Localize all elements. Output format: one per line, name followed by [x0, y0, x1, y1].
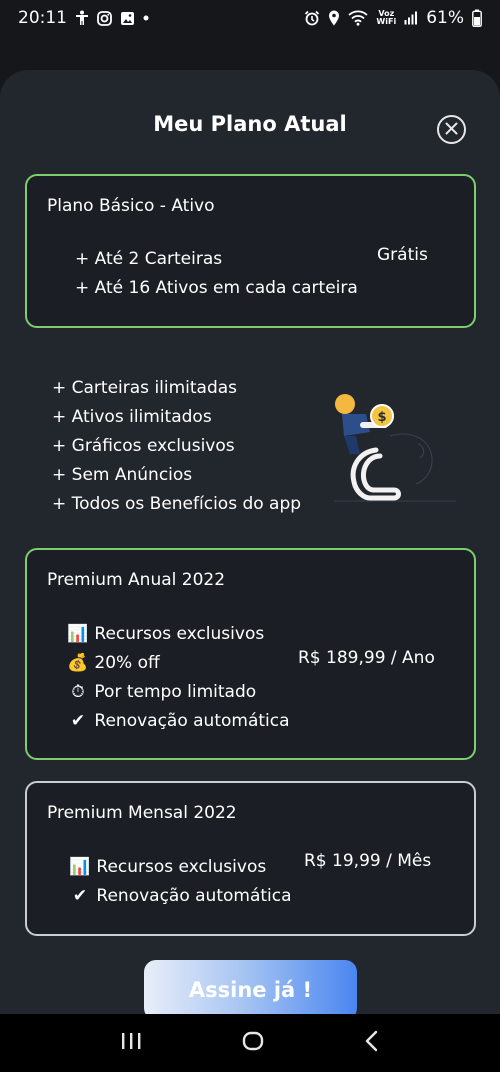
premium-benefits-list: + Carteiras ilimitadas + Ativos ilimitad… — [52, 374, 301, 519]
back-icon — [366, 1030, 378, 1052]
monthly-plan-title: Premium Mensal 2022 — [47, 803, 237, 823]
svg-text:$: $ — [377, 410, 386, 425]
plan-sheet: Meu Plano Atual Plano Básico - Ativo + A… — [0, 70, 500, 1014]
battery-icon — [472, 9, 482, 27]
feature-label: Renovação automática — [96, 886, 292, 906]
recent-apps-icon — [121, 1033, 141, 1049]
list-item: ✔ Renovação automática — [67, 707, 290, 736]
stopwatch-icon: ⏱ — [71, 682, 85, 702]
signal-icon — [404, 11, 418, 25]
list-item: + Até 2 Carteiras — [75, 249, 223, 269]
wifi-label: WiFi — [376, 17, 397, 26]
list-item: ✔ Renovação automática — [69, 882, 292, 911]
notification-dot-icon — [143, 15, 149, 21]
chart-icon: 📊 — [69, 857, 91, 877]
home-icon — [242, 1031, 264, 1051]
feature-label: 20% off — [94, 653, 160, 673]
monthly-plan-features: 📊 Recursos exclusivos ✔ Renovação automá… — [69, 853, 292, 911]
list-item: + Carteiras ilimitadas — [52, 378, 238, 398]
current-plan-price: Grátis — [377, 245, 428, 265]
gallery-icon — [120, 11, 135, 26]
status-left: 20:11 — [18, 8, 149, 28]
instagram-icon — [97, 10, 112, 26]
volte-indicator: Voz WiFi — [376, 10, 396, 26]
piggy-bank-illustration: $ — [320, 384, 460, 504]
system-nav-bar — [0, 1014, 500, 1072]
feature-label: Recursos exclusivos — [94, 624, 265, 644]
list-item: + Gráficos exclusivos — [52, 436, 235, 456]
current-plan-title: Plano Básico - Ativo — [47, 196, 215, 216]
home-button[interactable] — [241, 1029, 265, 1057]
location-icon — [328, 10, 340, 26]
status-right: Voz WiFi 61% — [304, 8, 482, 28]
alarm-icon — [304, 10, 320, 26]
status-bar: 20:11 Voz WiFi 61% — [0, 0, 500, 36]
close-button[interactable] — [437, 115, 466, 144]
wifi-icon — [348, 10, 369, 26]
clock: 20:11 — [18, 8, 67, 28]
annual-plan-title: Premium Anual 2022 — [47, 570, 226, 590]
list-item: 📊 Recursos exclusivos — [69, 853, 292, 882]
list-item: + Até 16 Ativos em cada carteira — [75, 278, 358, 298]
recent-apps-button[interactable] — [120, 1031, 142, 1055]
annual-plan-price: R$ 189,99 / Ano — [298, 648, 435, 668]
list-item: 💰 20% off — [67, 649, 290, 678]
subscribe-button[interactable]: Assine já ! — [144, 960, 357, 1014]
list-item: + Ativos ilimitados — [52, 407, 212, 427]
current-plan-features: + Até 2 Carteiras + Até 16 Ativos em cad… — [75, 245, 358, 303]
money-bag-icon: 💰 — [67, 653, 89, 673]
chart-icon: 📊 — [67, 624, 89, 644]
list-item: ⏱ Por tempo limitado — [67, 678, 290, 707]
annual-plan-features: 📊 Recursos exclusivos 💰 20% off ⏱ Por te… — [67, 620, 290, 736]
sheet-title: Meu Plano Atual — [153, 112, 347, 136]
annual-plan-card[interactable]: Premium Anual 2022 📊 Recursos exclusivos… — [25, 548, 476, 760]
back-button[interactable] — [364, 1030, 380, 1056]
list-item: + Todos os Benefícios do app — [52, 494, 302, 514]
current-plan-card[interactable]: Plano Básico - Ativo + Até 2 Carteiras +… — [25, 174, 476, 328]
feature-label: Recursos exclusivos — [96, 857, 267, 877]
accessibility-icon — [75, 10, 89, 26]
feature-label: Renovação automática — [94, 711, 290, 731]
monthly-plan-price: R$ 19,99 / Mês — [304, 851, 432, 871]
feature-label: Por tempo limitado — [94, 682, 257, 702]
list-item: 📊 Recursos exclusivos — [67, 620, 290, 649]
close-icon — [445, 120, 458, 139]
check-mark-icon: ✔ — [70, 711, 86, 731]
monthly-plan-card[interactable]: Premium Mensal 2022 📊 Recursos exclusivo… — [25, 781, 476, 936]
check-mark-icon: ✔ — [72, 886, 88, 906]
list-item: + Sem Anúncios — [52, 465, 193, 485]
battery-percent: 61% — [426, 8, 464, 28]
